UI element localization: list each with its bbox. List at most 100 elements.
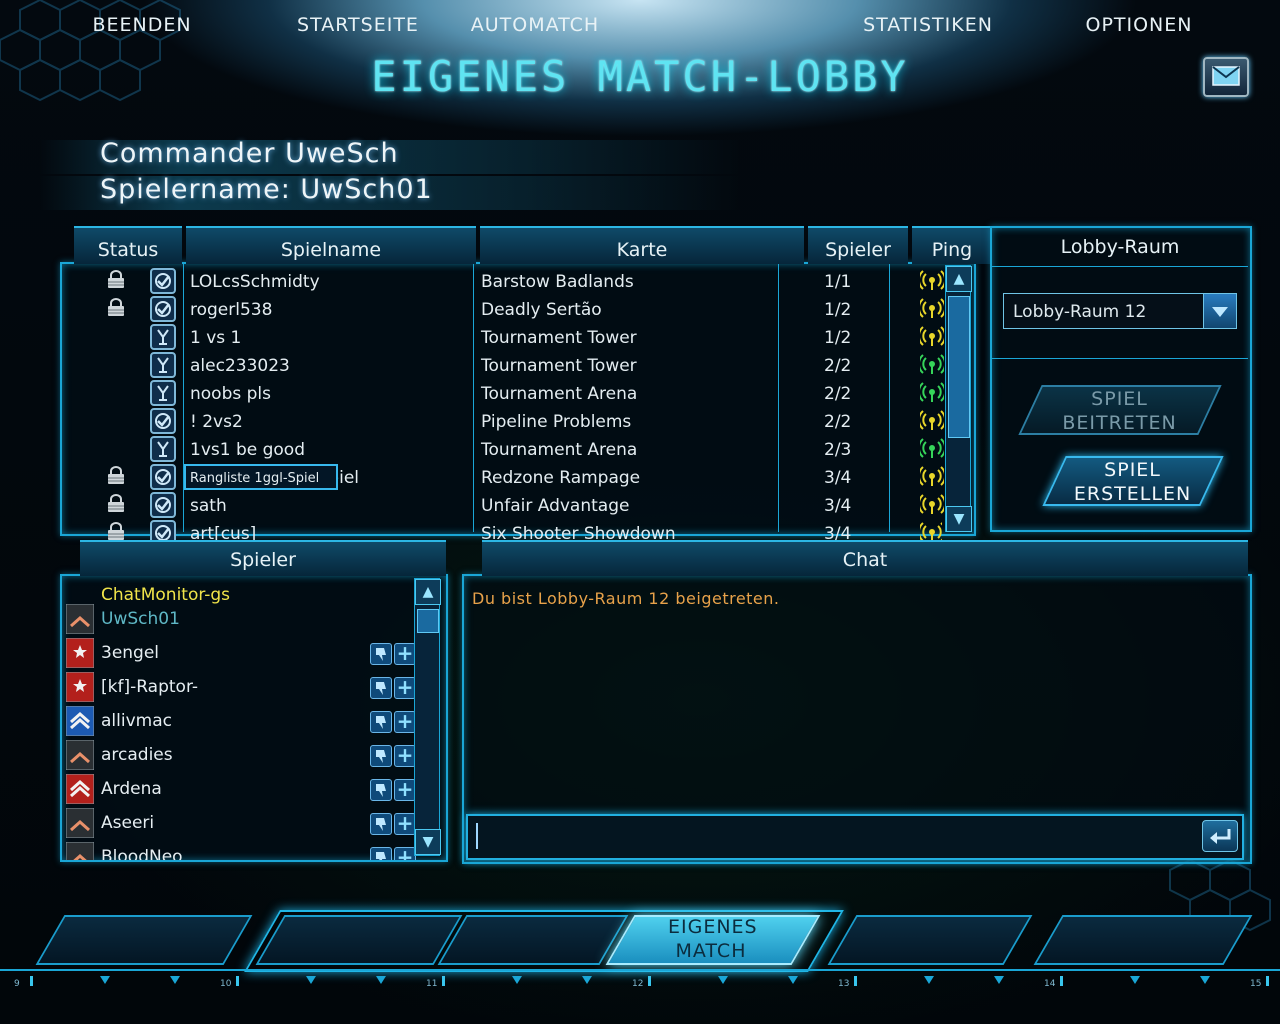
column-game-name[interactable]: Spielname bbox=[186, 226, 476, 264]
game-list-scrollbar[interactable]: ▲ ▼ bbox=[945, 265, 972, 532]
player-row[interactable]: allivmac + bbox=[66, 704, 416, 738]
scroll-up-button[interactable]: ▲ bbox=[946, 266, 972, 292]
add-friend-icon[interactable]: + bbox=[394, 643, 416, 665]
signal-icon bbox=[920, 466, 944, 486]
players-scrollbar[interactable]: ▲ ▼ bbox=[414, 578, 441, 856]
commander-name: Commander UweSch bbox=[100, 138, 399, 169]
chat-input[interactable] bbox=[476, 823, 1202, 849]
custom-match-button[interactable]: EIGENES MATCH bbox=[618, 915, 804, 967]
signal-icon bbox=[920, 494, 944, 514]
game-map: Deadly Sertão bbox=[481, 300, 602, 320]
add-friend-icon[interactable]: + bbox=[394, 677, 416, 699]
hourglass-icon bbox=[150, 436, 176, 462]
column-map[interactable]: Karte bbox=[480, 226, 804, 264]
column-status[interactable]: Status bbox=[74, 226, 182, 264]
game-row[interactable]: alec233023 Tournament Tower 2/2 bbox=[62, 350, 944, 378]
scroll-thumb[interactable] bbox=[417, 609, 439, 633]
ruler-tick bbox=[442, 976, 445, 986]
player-name: [kf]-Raptor- bbox=[101, 677, 198, 697]
column-ping[interactable]: Ping bbox=[912, 226, 992, 264]
chevron-down-icon[interactable] bbox=[1203, 294, 1236, 328]
signal-icon bbox=[920, 298, 944, 318]
thumbs-down-icon[interactable] bbox=[370, 711, 392, 733]
home-button[interactable]: STARTSEITE bbox=[268, 0, 448, 50]
ruler-marker bbox=[100, 976, 110, 984]
thumbs-down-icon[interactable] bbox=[370, 745, 392, 767]
add-friend-icon[interactable]: + bbox=[394, 813, 416, 835]
lock-icon bbox=[108, 494, 124, 512]
scroll-down-button[interactable]: ▼ bbox=[946, 506, 972, 532]
player-row[interactable]: Aseeri + bbox=[66, 806, 416, 840]
create-game-button[interactable]: SPIEL ERSTELLEN bbox=[1042, 456, 1224, 506]
game-players: 2/2 bbox=[824, 384, 852, 404]
stats-button[interactable]: STATISTIKEN bbox=[840, 0, 1016, 50]
ruler-tick-label: 9 bbox=[14, 979, 20, 989]
ruler-marker bbox=[788, 976, 798, 984]
game-map: Tournament Arena bbox=[481, 384, 638, 404]
ruler-tick-label: 12 bbox=[632, 979, 643, 989]
signal-icon bbox=[920, 410, 944, 430]
thumbs-down-icon[interactable] bbox=[370, 779, 392, 801]
lobby-room-dropdown[interactable]: Lobby-Raum 12 bbox=[1003, 293, 1237, 329]
add-friend-icon[interactable]: + bbox=[394, 745, 416, 767]
lock-icon bbox=[108, 270, 124, 288]
mail-button[interactable] bbox=[1203, 57, 1249, 97]
game-players: 2/3 bbox=[824, 440, 852, 460]
chat-input-box[interactable] bbox=[466, 814, 1244, 860]
ruler-tick bbox=[854, 976, 857, 986]
game-name: LOLcsSchmidty bbox=[190, 272, 320, 292]
game-name: ! 2vs2 bbox=[190, 412, 243, 432]
player-row[interactable]: UwSch01 bbox=[66, 602, 416, 636]
game-name: 1vs1 be good bbox=[190, 440, 305, 460]
game-row[interactable]: 1 vs 1 Tournament Tower 1/2 bbox=[62, 322, 944, 350]
envelope-icon bbox=[1212, 66, 1240, 86]
ruler-marker bbox=[994, 976, 1004, 984]
player-row[interactable]: [kf]-Raptor- + bbox=[66, 670, 416, 704]
thumbs-down-icon[interactable] bbox=[370, 677, 392, 699]
ruler-tick bbox=[648, 976, 651, 986]
scroll-up-button[interactable]: ▲ bbox=[415, 579, 441, 605]
signal-icon bbox=[920, 354, 944, 374]
signal-icon bbox=[920, 382, 944, 402]
player-row[interactable]: arcadies + bbox=[66, 738, 416, 772]
player-row[interactable]: 3engel + bbox=[66, 636, 416, 670]
thumbs-down-icon[interactable] bbox=[370, 643, 392, 665]
game-players: 2/2 bbox=[824, 356, 852, 376]
ruler-marker bbox=[924, 976, 934, 984]
game-row[interactable]: ! 2vs2 Pipeline Problems 2/2 bbox=[62, 406, 944, 434]
player-row[interactable]: BloodNeo + bbox=[66, 840, 416, 860]
add-friend-icon[interactable]: + bbox=[394, 847, 416, 860]
player-row[interactable]: Ardena + bbox=[66, 772, 416, 806]
game-row[interactable]: sath Unfair Advantage 3/4 bbox=[62, 490, 944, 518]
column-players[interactable]: Spieler bbox=[808, 226, 908, 264]
quit-button[interactable]: BEENDEN bbox=[48, 0, 236, 50]
add-friend-icon[interactable]: + bbox=[394, 711, 416, 733]
automatch-button[interactable]: AUTOMATCH bbox=[452, 0, 618, 50]
signal-icon bbox=[920, 270, 944, 290]
game-row[interactable]: noobs pls Tournament Arena 2/2 bbox=[62, 378, 944, 406]
scroll-thumb[interactable] bbox=[948, 296, 970, 438]
add-friend-icon[interactable]: + bbox=[394, 779, 416, 801]
game-map: Barstow Badlands bbox=[481, 272, 634, 292]
custom-match-label: EIGENES MATCH bbox=[668, 916, 758, 962]
chat-title: Chat bbox=[482, 540, 1248, 576]
game-players: 2/2 bbox=[824, 412, 852, 432]
ruler-tick bbox=[1266, 976, 1269, 986]
game-row[interactable]: LOLcsSchmidty Barstow Badlands 1/1 bbox=[62, 266, 944, 294]
send-button[interactable] bbox=[1202, 820, 1238, 852]
rank-insignia-icon bbox=[66, 604, 94, 634]
scroll-down-button[interactable]: ▼ bbox=[415, 829, 441, 855]
game-row[interactable]: rogerl538 Deadly Sertão 1/2 bbox=[62, 294, 944, 322]
rank-insignia-icon bbox=[66, 808, 94, 838]
page-title: EIGENES MATCH-LOBBY bbox=[371, 52, 909, 101]
thumbs-down-icon[interactable] bbox=[370, 813, 392, 835]
ruler-tick-label: 14 bbox=[1044, 979, 1056, 989]
lock-icon bbox=[108, 466, 124, 484]
join-game-button[interactable]: SPIEL BEITRETEN bbox=[1018, 385, 1222, 435]
player-name: Aseeri bbox=[101, 813, 155, 833]
thumbs-down-icon[interactable] bbox=[370, 847, 392, 860]
game-row[interactable]: 1vs1 be good Tournament Arena 2/3 bbox=[62, 434, 944, 462]
check-icon bbox=[150, 296, 176, 322]
game-row[interactable]: art[cus] Six Shooter Showdown 3/4 bbox=[62, 518, 942, 540]
options-button[interactable]: OPTIONEN bbox=[1044, 0, 1234, 50]
